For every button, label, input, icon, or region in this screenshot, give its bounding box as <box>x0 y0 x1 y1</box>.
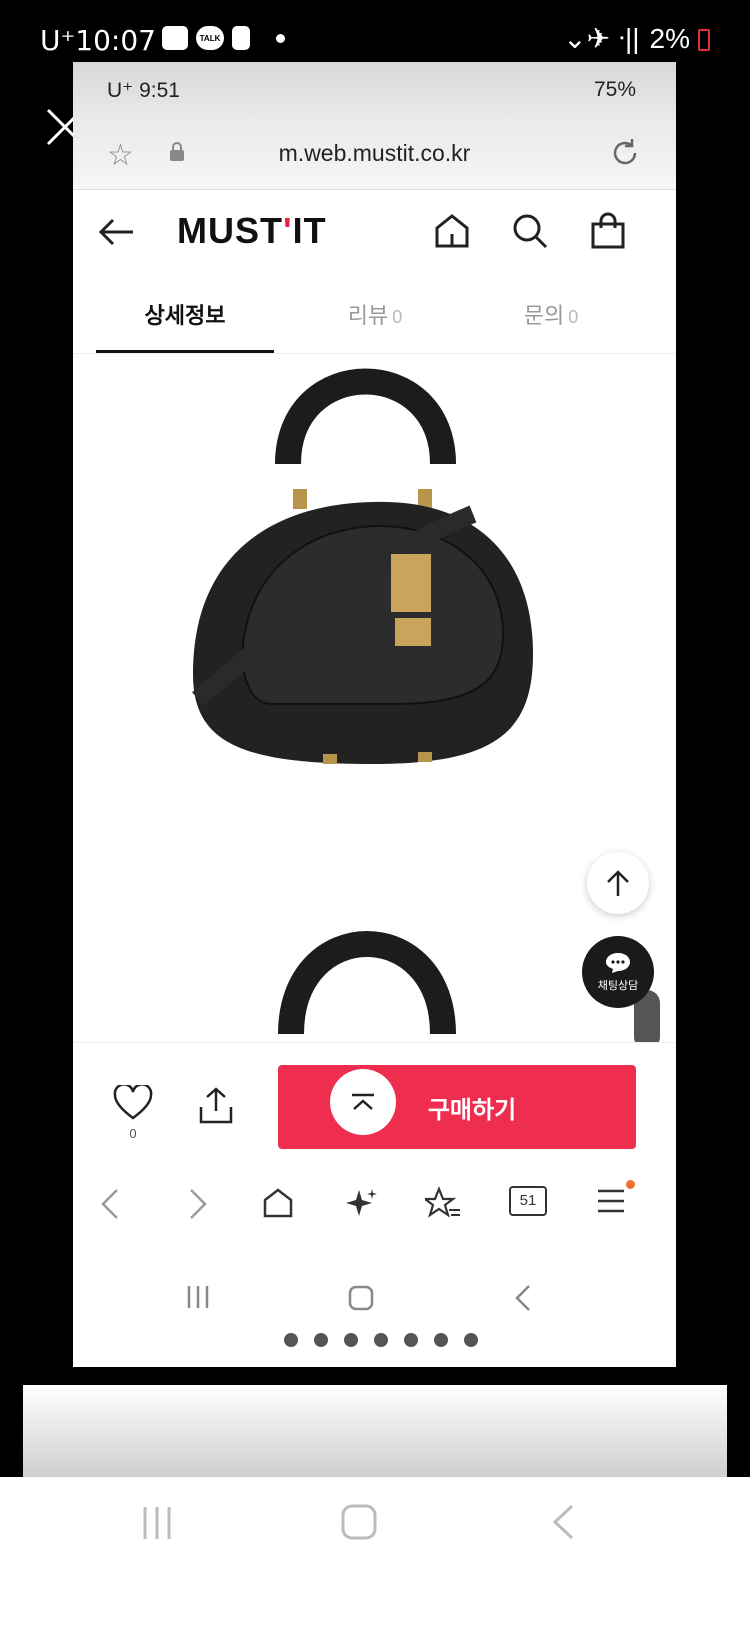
product-image-area <box>73 354 676 1139</box>
handbag-image <box>192 368 533 1106</box>
like-button[interactable]: 0 <box>113 1083 153 1141</box>
inner-status-time: U⁺ 9:51 <box>107 79 180 102</box>
inner-status-battery: 75% <box>593 78 636 101</box>
mustit-logo[interactable]: MUST'IT <box>177 210 327 252</box>
tab-inquiry-count: 0 <box>568 307 579 327</box>
pager-dot[interactable] <box>344 1333 358 1347</box>
browser-tabs-button[interactable]: 51 <box>509 1186 547 1216</box>
browser-forward-icon[interactable] <box>185 1186 209 1222</box>
outer-home-icon[interactable] <box>340 1503 378 1541</box>
alert-icon <box>232 26 250 50</box>
tab-review[interactable]: 리뷰 0 <box>287 298 463 330</box>
pager-dot[interactable] <box>254 1333 268 1347</box>
sparkle-icon[interactable] <box>345 1186 379 1220</box>
reload-icon[interactable] <box>608 136 642 170</box>
outer-notification-icons: TALK <box>162 26 285 50</box>
inner-status-bar: U⁺ 9:51 75% <box>73 62 676 118</box>
pager-dot[interactable] <box>404 1333 418 1347</box>
bag-icon[interactable] <box>589 212 627 250</box>
product-tabs: 상세정보 리뷰 0 문의 0 <box>73 274 676 354</box>
pager-dot[interactable] <box>464 1333 478 1347</box>
gallery-icon <box>162 26 188 50</box>
heart-icon <box>113 1083 153 1120</box>
tab-inquiry-label: 문의 <box>523 303 565 328</box>
outer-android-nav <box>0 1477 750 1625</box>
tab-detail-label: 상세정보 <box>144 303 226 328</box>
image-pager <box>254 1333 478 1347</box>
purchase-action-bar: 0 구매하기 <box>73 1042 676 1164</box>
buy-button-label: 구매하기 <box>427 1096 517 1124</box>
back-arrow-icon[interactable] <box>97 212 137 252</box>
home-nav-icon[interactable] <box>347 1284 375 1312</box>
browser-toolbar: 51 <box>73 1164 676 1246</box>
logo-text-must: MUST <box>177 210 283 251</box>
search-icon[interactable] <box>511 212 549 250</box>
recents-icon[interactable] <box>185 1284 211 1310</box>
pager-dot[interactable] <box>314 1333 328 1347</box>
bottom-overlay <box>23 1385 727 1477</box>
pager-dot[interactable] <box>284 1333 298 1347</box>
pager-dot[interactable] <box>374 1333 388 1347</box>
active-tab-indicator <box>96 350 274 353</box>
url-text[interactable]: m.web.mustit.co.kr <box>73 140 676 167</box>
outer-status-battery: 2% <box>649 22 690 54</box>
more-notifications-icon <box>276 33 285 43</box>
bookmark-star-icon[interactable] <box>425 1186 461 1220</box>
url-bar: ☆ m.web.mustit.co.kr <box>73 118 676 190</box>
kakaotalk-icon: TALK <box>196 26 224 50</box>
tab-review-label: 리뷰 <box>347 303 389 328</box>
chevron-up-icon <box>352 1093 374 1110</box>
outer-recents-icon[interactable] <box>140 1505 174 1541</box>
battery-icon <box>698 29 710 51</box>
chat-consult-button[interactable]: 채팅상담 <box>582 936 654 1008</box>
menu-icon[interactable] <box>595 1186 627 1216</box>
tab-review-count: 0 <box>392 307 403 327</box>
chat-consult-label: 채팅상담 <box>597 979 639 992</box>
share-icon[interactable] <box>197 1087 235 1125</box>
logo-dot: ' <box>283 210 293 251</box>
inner-screenshot: U⁺ 9:51 75% ☆ m.web.mustit.co.kr MUST'IT <box>73 62 676 1367</box>
back-nav-icon[interactable] <box>513 1284 533 1312</box>
tab-detail[interactable]: 상세정보 <box>97 298 273 330</box>
outer-status-signal: ⌄✈ ᐧ|| <box>563 23 640 54</box>
inner-android-nav <box>73 1246 676 1367</box>
menu-notification-dot <box>626 1180 635 1189</box>
arrow-up-icon <box>607 870 629 896</box>
browser-home-icon[interactable] <box>261 1186 295 1220</box>
browser-back-icon[interactable] <box>99 1186 123 1222</box>
pager-dot[interactable] <box>434 1333 448 1347</box>
logo-text-it: IT <box>292 210 327 251</box>
chat-icon <box>606 952 630 973</box>
outer-back-icon[interactable] <box>550 1503 576 1541</box>
tab-inquiry[interactable]: 문의 0 <box>463 298 639 330</box>
scroll-top-button[interactable] <box>587 852 649 914</box>
outer-status-right: ⌄✈ ᐧ|| 2% <box>563 22 690 55</box>
expand-options-button[interactable] <box>330 1069 396 1135</box>
home-icon[interactable] <box>433 212 471 250</box>
site-header: MUST'IT <box>73 190 676 274</box>
like-count: 0 <box>129 1126 137 1141</box>
outer-status-time: U⁺10:07 <box>40 24 156 57</box>
